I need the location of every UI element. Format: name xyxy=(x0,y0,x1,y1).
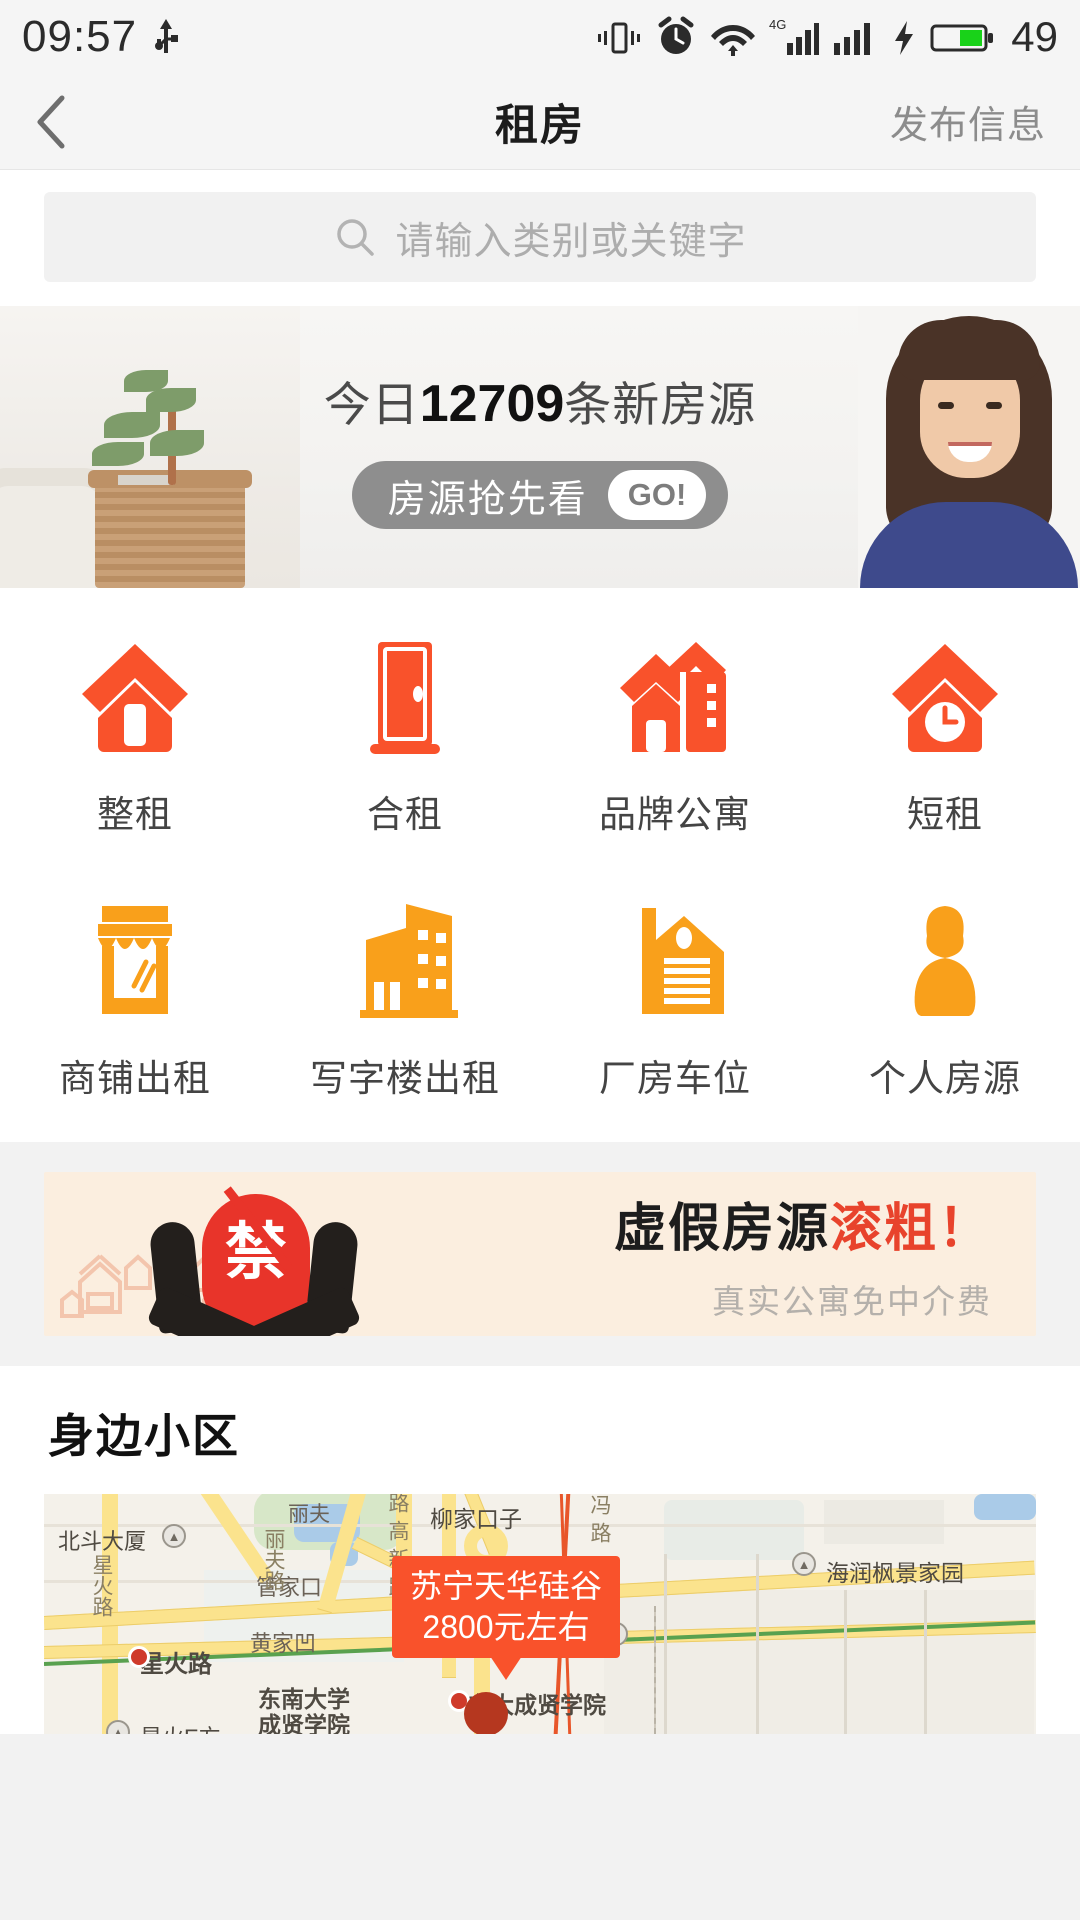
promo-section: 禁 虚假房源滚粗！ 真实公寓免中介费 xyxy=(0,1142,1080,1366)
map-label: 柳家口子 xyxy=(430,1506,522,1532)
category-label: 整租 xyxy=(97,794,173,835)
house-clock-icon xyxy=(882,632,1008,758)
search-icon xyxy=(337,219,375,256)
hero-banner[interactable]: 今日12709条新房源 房源抢先看 GO! xyxy=(0,306,1080,588)
callout-name: 苏宁天华硅谷 xyxy=(410,1568,603,1604)
category-whole-rent[interactable]: 整租 xyxy=(0,632,270,838)
map-label: 成贤学院 xyxy=(258,1712,350,1734)
hero-count: 12709 xyxy=(419,375,565,433)
map-label: 路 xyxy=(386,1494,409,1513)
publish-info-button[interactable]: 发布信息 xyxy=(890,94,1046,149)
search-input[interactable]: 请输入类别或关键字 xyxy=(44,192,1036,282)
category-personal-listing[interactable]: 个人房源 xyxy=(810,896,1080,1102)
nearby-section: 身边小区 北斗大厦 星火路 星火路 管家口 黄家凹 丽夫 丽夫路 柳家口子 路 … xyxy=(0,1366,1080,1734)
vibrate-icon xyxy=(598,22,641,54)
map-label: 黄家凹 xyxy=(250,1631,317,1656)
office-building-icon xyxy=(342,896,468,1022)
hero-suffix: 条新房源 xyxy=(564,378,757,431)
hero-content: 今日12709条新房源 房源抢先看 GO! xyxy=(0,366,1080,529)
map-label: 海润枫景家园 xyxy=(826,1560,964,1586)
hero-headline: 今日12709条新房源 xyxy=(0,366,1080,435)
usb-icon xyxy=(155,19,179,53)
category-short-rent[interactable]: 短租 xyxy=(810,632,1080,838)
hero-prefix: 今日 xyxy=(323,378,420,431)
category-label: 厂房车位 xyxy=(599,1058,751,1099)
category-shared-rent[interactable]: 合租 xyxy=(270,632,540,838)
warehouse-icon xyxy=(612,896,738,1022)
callout-price: 2800元左右 xyxy=(422,1608,590,1645)
promo-banner[interactable]: 禁 虚假房源滚粗！ 真实公寓免中介费 xyxy=(44,1172,1036,1336)
promo-subtitle: 真实公寓免中介费 xyxy=(712,1282,992,1320)
map-label: 丽夫 xyxy=(288,1503,330,1526)
category-label: 品牌公寓 xyxy=(599,794,751,835)
map-label: 高 xyxy=(386,1520,409,1541)
map-label: 丽夫路 xyxy=(262,1528,285,1591)
alarm-icon xyxy=(658,16,694,54)
category-grid: 整租 合租 品牌公寓 短租 商铺出租 写字楼出租 厂房车位 个人房源 xyxy=(0,588,1080,1142)
signal-icon xyxy=(834,23,871,55)
svg-text:4G: 4G xyxy=(769,17,786,32)
category-brand-apartment[interactable]: 品牌公寓 xyxy=(540,632,810,838)
category-row-1: 整租 合租 品牌公寓 短租 xyxy=(0,632,1080,838)
nav-bar: 租房 发布信息 xyxy=(0,74,1080,170)
status-bar: 09:57 4G 49 xyxy=(0,0,1080,74)
hero-cta-go-badge: GO! xyxy=(607,470,707,520)
app-screen: 09:57 4G 49 租房 发布信息 请输入类别或关键字 今日12709条新房… xyxy=(0,0,1080,1920)
map-label: 冯 xyxy=(588,1494,611,1515)
map-poi-building-icon[interactable]: ▲ xyxy=(162,1524,186,1548)
wifi-icon xyxy=(711,25,756,56)
promo-text: 虚假房源滚粗！ 真实公寓免中介费 xyxy=(614,1186,1036,1323)
nearby-title: 身边小区 xyxy=(48,1410,240,1462)
hero-cta-label: 房源抢先看 xyxy=(387,478,588,521)
category-shop-rent[interactable]: 商铺出租 xyxy=(0,896,270,1102)
charging-bolt-icon xyxy=(895,21,914,55)
map-label: 星火E方 xyxy=(140,1720,221,1734)
promo-headline: 虚假房源滚粗！ xyxy=(614,1186,992,1261)
status-bar-left: 09:57 xyxy=(22,12,181,62)
search-placeholder: 请输入类别或关键字 xyxy=(395,220,747,263)
battery-icon xyxy=(930,24,994,52)
map-label: 星火路 xyxy=(90,1554,113,1617)
category-row-2: 商铺出租 写字楼出租 厂房车位 个人房源 xyxy=(0,896,1080,1102)
chevron-left-icon xyxy=(37,95,65,148)
door-icon xyxy=(342,632,468,758)
map-poi-marker[interactable] xyxy=(128,1646,150,1668)
promo-headline-dark: 虚假房源 xyxy=(613,1199,830,1258)
map-selected-marker[interactable] xyxy=(464,1692,508,1734)
map-label: 北斗大厦 xyxy=(58,1529,147,1554)
search-section: 请输入类别或关键字 xyxy=(0,170,1080,306)
hands-illustration: 禁 xyxy=(146,1186,362,1336)
map-poi-building-icon[interactable]: ▲ xyxy=(106,1720,130,1734)
battery-percent: 49 xyxy=(1011,13,1058,60)
signal-4g-icon: 4G xyxy=(769,17,820,55)
promo-illustration: 禁 xyxy=(44,1172,464,1336)
promo-headline-red: 滚粗！ xyxy=(829,1199,992,1258)
category-label: 短租 xyxy=(907,794,983,835)
hero-cta-button[interactable]: 房源抢先看 GO! xyxy=(351,461,729,529)
shop-icon xyxy=(72,896,198,1022)
category-label: 个人房源 xyxy=(869,1058,1021,1099)
category-office-rent[interactable]: 写字楼出租 xyxy=(270,896,540,1102)
nearby-map[interactable]: 北斗大厦 星火路 星火路 管家口 黄家凹 丽夫 丽夫路 柳家口子 路 高 新 路… xyxy=(44,1494,1036,1734)
person-icon xyxy=(882,896,1008,1022)
status-bar-right: 4G 49 xyxy=(596,13,1058,61)
status-bar-clock: 09:57 xyxy=(22,12,138,61)
category-label: 商铺出租 xyxy=(59,1058,211,1099)
map-label: 路 xyxy=(588,1522,611,1543)
category-label: 写字楼出租 xyxy=(310,1058,500,1099)
apartment-icon xyxy=(612,632,738,758)
back-button[interactable] xyxy=(34,92,94,152)
map-callout[interactable]: 苏宁天华硅谷 2800元左右 xyxy=(392,1556,621,1680)
map-poi-building-icon[interactable]: ▲ xyxy=(792,1552,816,1576)
house-icon xyxy=(72,632,198,758)
map-label: 星火路 xyxy=(140,1651,212,1678)
category-warehouse-parking[interactable]: 厂房车位 xyxy=(540,896,810,1102)
category-label: 合租 xyxy=(367,794,443,835)
